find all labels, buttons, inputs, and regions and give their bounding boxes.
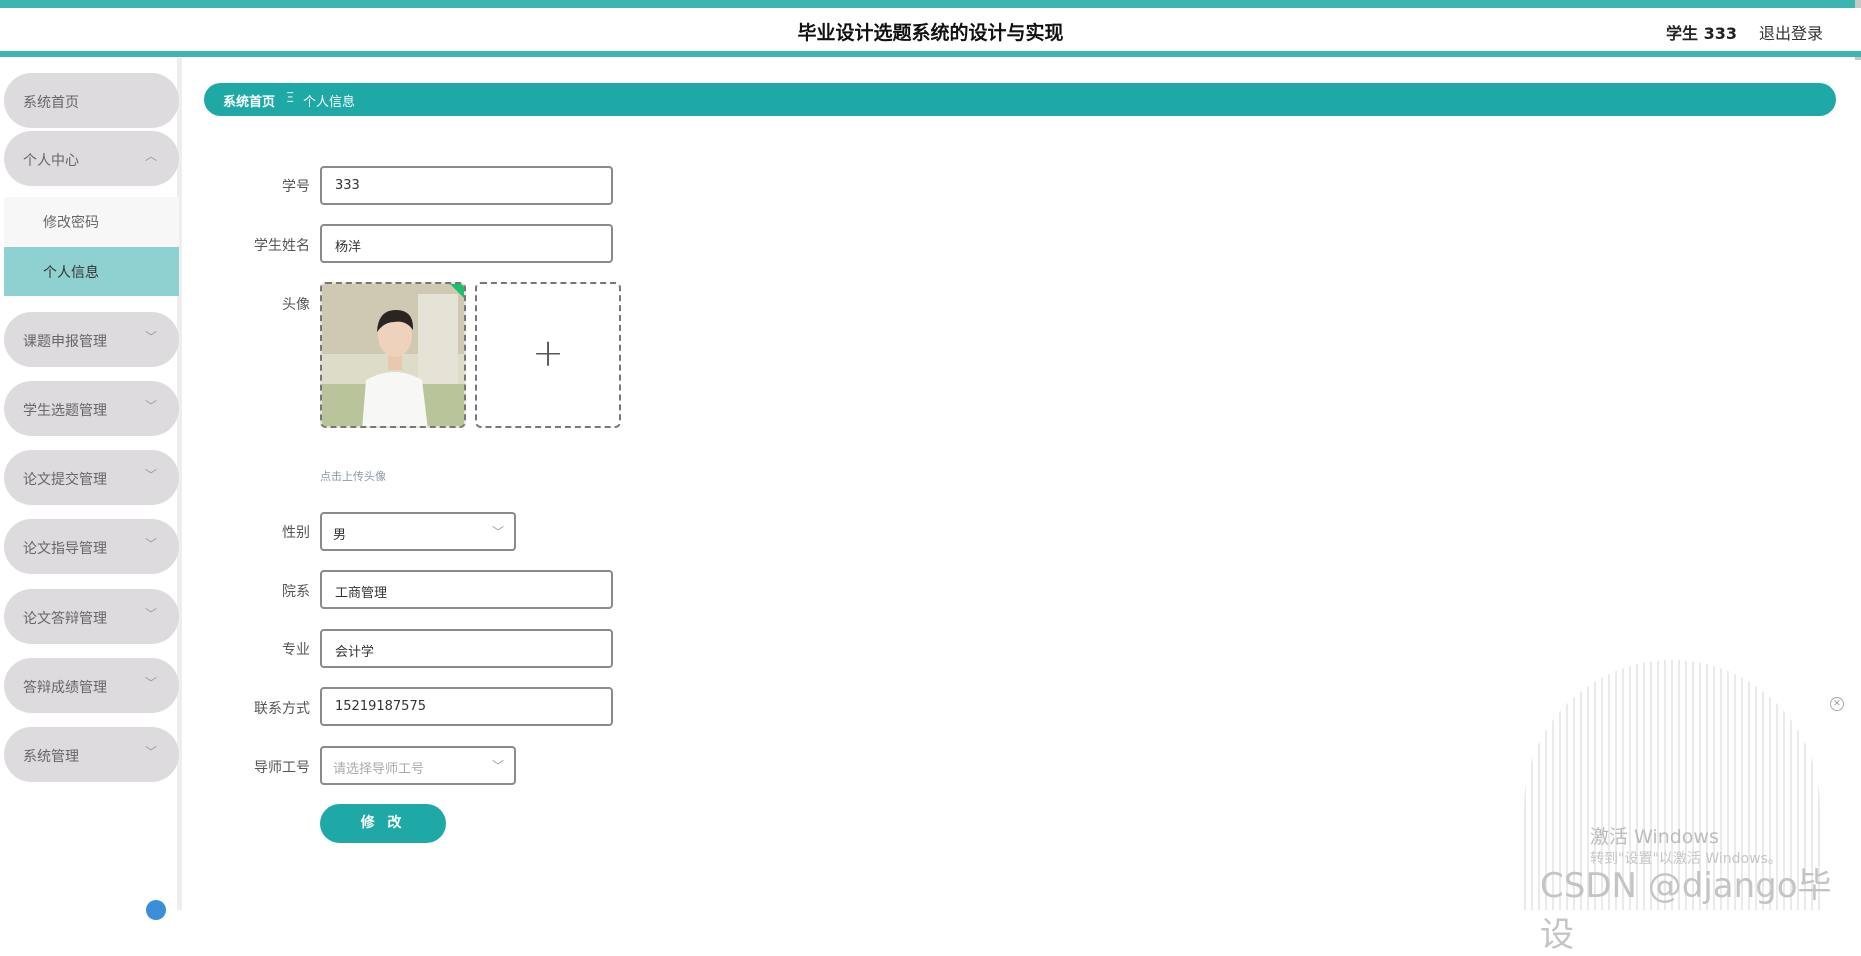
sidebar-item-system-management[interactable]: 系统管理 ﹀ [4, 727, 179, 782]
major-label: 专业 [282, 642, 310, 658]
top-accent-bar [0, 0, 1861, 8]
department-field[interactable]: 工商管理 [320, 570, 613, 609]
chevron-down-icon: ﹀ [491, 525, 504, 539]
sidebar-item-label: 论文指导管理 [23, 541, 107, 557]
sidebar-item-label: 系统首页 [23, 95, 79, 111]
sidebar-item-label: 系统管理 [23, 749, 79, 765]
sidebar-subitem-label: 个人信息 [43, 265, 99, 281]
gender-value: 男 [333, 528, 347, 543]
sidebar-item-thesis-submission[interactable]: 论文提交管理 ﹀ [4, 450, 179, 505]
sidebar-subitem-personal-info[interactable]: 个人信息 [4, 247, 179, 296]
student-id-value: 333 [335, 178, 360, 193]
chevron-up-icon: ︿ [144, 149, 157, 163]
chevron-down-icon: ﹀ [144, 537, 157, 551]
sidebar-item-label: 课题申报管理 [23, 334, 107, 350]
chevron-down-icon: ﹀ [144, 607, 157, 621]
sidebar-item-label: 论文提交管理 [23, 472, 107, 488]
student-id-label: 学号 [282, 179, 310, 195]
sidebar-item-personal-center[interactable]: 个人中心 ︿ [4, 131, 179, 186]
advisor-id-placeholder: 请选择导师工号 [333, 762, 425, 777]
department-value: 工商管理 [335, 586, 388, 601]
close-icon[interactable]: ✕ [1830, 697, 1844, 711]
student-name-field[interactable]: 杨洋 [320, 224, 613, 263]
sidebar-item-topic-application[interactable]: 课题申报管理 ﹀ [4, 312, 179, 367]
chevron-down-icon: ﹀ [144, 676, 157, 690]
logout-link[interactable]: 退出登录 [1759, 20, 1823, 44]
student-name-label: 学生姓名 [254, 238, 310, 254]
csdn-watermark: CSDN @django毕设 [1540, 866, 1832, 955]
major-field[interactable]: 会计学 [320, 629, 613, 668]
plus-icon: + [532, 331, 564, 375]
sidebar-subitem-label: 修改密码 [43, 215, 99, 231]
windows-activation-title: 激活 Windows [1590, 826, 1719, 848]
header: 毕业设计选题系统的设计与实现 学生 333 退出登录 [0, 8, 1861, 54]
avatar-upload-button[interactable]: + [475, 282, 621, 428]
student-id-field[interactable]: 333 [320, 166, 613, 205]
sidebar-item-label: 答辩成绩管理 [23, 680, 107, 696]
chevron-down-icon: ﹀ [144, 468, 157, 482]
major-value: 会计学 [335, 645, 375, 660]
user-badge-icon [146, 900, 166, 920]
avatar-label: 头像 [282, 297, 310, 313]
header-divider [0, 51, 1861, 57]
sidebar-subitem-change-password[interactable]: 修改密码 [4, 197, 179, 246]
advisor-id-select[interactable]: 请选择导师工号 ﹀ [320, 746, 516, 785]
breadcrumb-home-link[interactable]: 系统首页 [223, 91, 275, 110]
sidebar-item-home[interactable]: 系统首页 [4, 73, 179, 128]
current-user: 学生 333 [1666, 24, 1737, 43]
advisor-id-label: 导师工号 [254, 760, 310, 776]
chevron-down-icon: ﹀ [144, 745, 157, 759]
sidebar-item-label: 论文答辩管理 [23, 611, 107, 627]
sidebar-item-thesis-guidance[interactable]: 论文指导管理 ﹀ [4, 519, 179, 574]
sidebar-item-thesis-defense[interactable]: 论文答辩管理 ﹀ [4, 589, 179, 644]
sidebar-item-label: 学生选题管理 [23, 403, 107, 419]
avatar-image [322, 284, 464, 426]
avatar-upload-hint: 点击上传头像 [320, 470, 386, 483]
breadcrumb-separator-icon: Ξ [286, 91, 295, 106]
breadcrumb: 系统首页 Ξ 个人信息 [204, 83, 1836, 116]
sidebar: 系统首页 个人中心 ︿ 修改密码 个人信息 课题申报管理 ﹀ 学生选题管理 ﹀ … [0, 58, 182, 910]
gender-select[interactable]: 男 ﹀ [320, 512, 516, 551]
chevron-down-icon: ﹀ [491, 759, 504, 773]
sidebar-item-defense-score[interactable]: 答辩成绩管理 ﹀ [4, 658, 179, 713]
sidebar-item-topic-selection[interactable]: 学生选题管理 ﹀ [4, 381, 179, 436]
sidebar-item-label: 个人中心 [23, 153, 79, 169]
breadcrumb-current: 个人信息 [303, 95, 356, 110]
page-title: 毕业设计选题系统的设计与实现 [797, 22, 1064, 44]
phone-label: 联系方式 [254, 701, 310, 717]
chevron-down-icon: ﹀ [144, 330, 157, 344]
department-label: 院系 [282, 584, 310, 600]
chevron-down-icon: ﹀ [144, 399, 157, 413]
gender-label: 性别 [282, 525, 310, 541]
student-name-value: 杨洋 [335, 240, 362, 255]
phone-value: 15219187575 [335, 699, 426, 714]
avatar-preview[interactable] [320, 282, 466, 428]
phone-field[interactable]: 15219187575 [320, 687, 613, 726]
submit-button[interactable]: 修 改 [320, 804, 446, 843]
